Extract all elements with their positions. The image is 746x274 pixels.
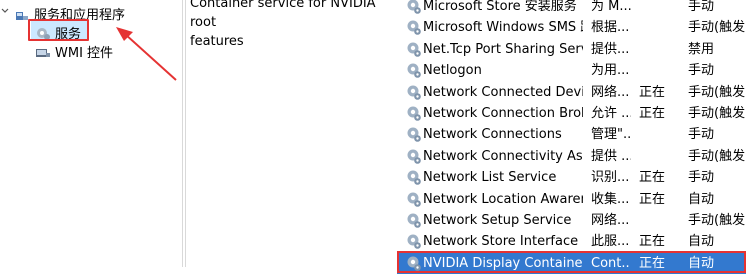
- service-startup: 手动(触发...: [688, 148, 746, 164]
- service-status: 正在: [639, 191, 666, 207]
- service-description: Container service for NVIDIA root featur…: [190, 0, 395, 51]
- service-status: 正在: [639, 170, 666, 186]
- gear-icon: [405, 189, 423, 210]
- service-status: [639, 0, 673, 17]
- service-name: Network Store Interface Se...: [423, 234, 583, 250]
- service-row[interactable]: Microsoft Store 安装服务 为 M... 手动: [397, 0, 746, 17]
- service-status: [639, 39, 673, 60]
- service-startup: 手动: [688, 63, 715, 79]
- service-startup: 手动: [688, 127, 715, 143]
- service-startup: 禁用: [688, 41, 715, 57]
- service-name: Network Setup Service: [423, 213, 572, 228]
- service-startup: 手动: [688, 0, 715, 14]
- service-status: [639, 60, 673, 81]
- service-startup: 自动: [688, 191, 715, 207]
- service-row[interactable]: Network Connections 管理"... 手动: [397, 124, 746, 145]
- service-name: Microsoft Store 安装服务: [423, 0, 577, 14]
- service-name: Network List Service: [423, 170, 557, 186]
- service-row[interactable]: Network Setup Service 网络... 手动(触发...: [397, 210, 746, 231]
- service-desc: 提供 ...: [591, 148, 631, 164]
- console-tree: 服务和应用程序 服务 WMI 控件: [0, 0, 183, 267]
- service-row[interactable]: Network Store Interface Se... 此服... 正在 自…: [397, 231, 746, 252]
- service-row[interactable]: Net.Tcp Port Sharing Service 提供... 禁用: [397, 39, 746, 60]
- gear-icon: [405, 210, 423, 231]
- service-name: Microsoft Windows SMS 路...: [423, 20, 583, 36]
- gear-icon: [405, 17, 423, 38]
- service-status: [639, 210, 673, 231]
- gear-icon: [405, 146, 423, 167]
- service-status: [639, 146, 673, 167]
- service-row[interactable]: Network List Service 识别... 正在 手动: [397, 167, 746, 188]
- gear-icon: [405, 167, 423, 188]
- service-desc: 识别...: [591, 170, 630, 186]
- description-line-1: Container service for NVIDIA root: [190, 0, 376, 30]
- service-startup: 手动(触发...: [688, 106, 746, 121]
- gear-icon: [405, 103, 423, 124]
- service-status: 正在: [639, 106, 666, 121]
- gear-icon: [405, 231, 423, 252]
- service-startup: 自动: [688, 234, 715, 250]
- gear-icon: [405, 39, 423, 60]
- wmi-icon: [36, 48, 50, 57]
- service-row[interactable]: Network Connectivity Assis... 提供 ... 手动(…: [397, 146, 746, 167]
- service-desc: 为用...: [591, 63, 630, 79]
- service-desc: 收集...: [591, 191, 630, 207]
- pane-divider: [185, 0, 186, 267]
- service-name: Network Location Awarene: [423, 191, 583, 207]
- service-name: Network Connected Devic...: [423, 84, 583, 100]
- service-name: Network Connections: [423, 127, 562, 143]
- service-startup: 手动(触发...: [688, 213, 746, 228]
- gear-icon: [405, 60, 423, 81]
- service-desc: 允许 ...: [591, 106, 631, 121]
- service-row[interactable]: Network Location Awarene 收集... 正在 自动: [397, 189, 746, 210]
- description-line-2: features: [190, 34, 244, 49]
- service-row[interactable]: Network Connection Broker 允许 ... 正在 手动(触…: [397, 103, 746, 124]
- annotation-row-highlight: [397, 251, 746, 273]
- service-status: [639, 17, 673, 38]
- service-status: 正在: [639, 234, 666, 250]
- gear-icon: [405, 82, 423, 103]
- gear-icon: [405, 0, 423, 17]
- pane-splitter[interactable]: [182, 0, 183, 267]
- service-row[interactable]: Network Connected Devic... 网络... 正在 手动(触…: [397, 82, 746, 103]
- service-name: Net.Tcp Port Sharing Service: [423, 41, 583, 57]
- services-list: Microsoft Store 安装服务 为 M... 手动 Microsoft…: [397, 0, 746, 274]
- service-desc: 根据...: [591, 20, 630, 36]
- service-startup: 手动(触发...: [688, 20, 746, 36]
- service-desc: 管理"...: [591, 127, 631, 143]
- service-startup: 手动(触发...: [688, 84, 746, 100]
- service-desc: 此服...: [591, 234, 630, 250]
- annotation-highlight-box: [28, 19, 89, 41]
- service-name: Netlogon: [423, 63, 482, 79]
- service-row[interactable]: Netlogon 为用... 手动: [397, 60, 746, 81]
- service-desc: 提供...: [591, 41, 630, 57]
- service-name: Network Connection Broker: [423, 106, 583, 121]
- service-desc: 网络...: [591, 84, 630, 100]
- service-desc: 为 M...: [591, 0, 631, 14]
- service-startup: 手动: [688, 170, 715, 186]
- service-status: 正在: [639, 84, 666, 100]
- service-row[interactable]: Microsoft Windows SMS 路... 根据... 手动(触发..…: [397, 17, 746, 38]
- tree-label-wmi: WMI 控件: [55, 46, 114, 61]
- gear-icon: [405, 124, 423, 145]
- tree-item-wmi[interactable]: WMI 控件: [35, 42, 113, 61]
- chevron-down-icon[interactable]: [0, 6, 10, 16]
- service-status: [639, 124, 673, 145]
- service-name: Network Connectivity Assis...: [423, 148, 583, 164]
- service-desc: 网络...: [591, 213, 630, 228]
